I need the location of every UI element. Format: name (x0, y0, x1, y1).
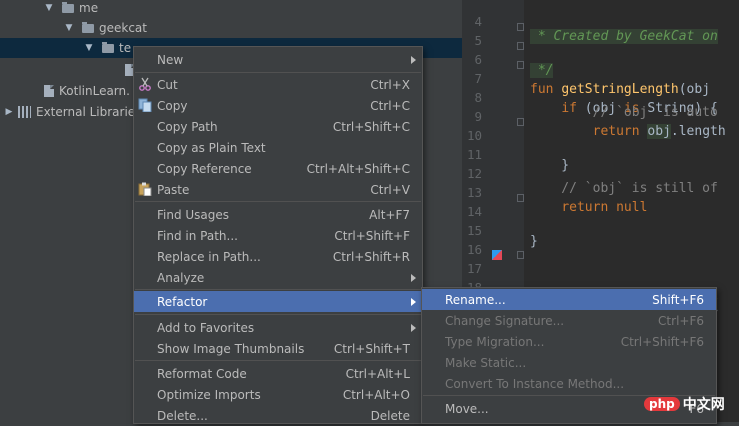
menu-item-copy-reference[interactable]: Copy Reference Ctrl+Alt+Shift+C (134, 158, 422, 179)
code-line: 15 (462, 208, 739, 238)
submenu-item-type-migration: Type Migration... Ctrl+Shift+F6 (445, 334, 704, 349)
code-line: 4 * Created by GeekCat on (462, 0, 739, 44)
code-line: 7 if (obj is String) { (462, 56, 739, 116)
code-line: 16 (462, 227, 739, 257)
fold-marker-icon[interactable] (517, 23, 524, 31)
code-line: 18 val map = mapOf("key (462, 265, 739, 310)
module-file-icon (44, 85, 54, 97)
tree-item-label: geekcat (99, 21, 147, 35)
menu-item-replace-in-path[interactable]: Replace in Path... Ctrl+Shift+R (134, 246, 422, 267)
chevron-right-icon (411, 323, 416, 332)
chevron-right-icon (411, 55, 416, 64)
tree-item-label: External Librarie (36, 105, 136, 119)
fold-marker-icon[interactable] (517, 194, 524, 202)
menu-item-delete[interactable]: Delete... Delete (134, 405, 422, 426)
folder-icon (102, 41, 114, 53)
menu-item-copy[interactable]: Copy Ctrl+C (134, 95, 422, 116)
submenu-item-make-static: Make Static... (445, 355, 527, 370)
tree-item-me[interactable]: ▼ me (0, 0, 462, 18)
code-line: 6 fun getStringLength(obj (462, 37, 739, 97)
menu-separator (135, 360, 421, 361)
menu-item-find-in-path[interactable]: Find in Path... Ctrl+Shift+F (134, 225, 422, 246)
fold-marker-icon[interactable] (517, 251, 524, 259)
menu-separator (135, 289, 421, 290)
chevron-down-icon[interactable]: ▼ (84, 43, 94, 53)
chevron-down-icon[interactable]: ▼ (64, 23, 74, 33)
menu-item-copy-path[interactable]: Copy Path Ctrl+Shift+C (134, 116, 422, 137)
tree-item-label: me (79, 1, 99, 15)
code-line: 10 } (462, 113, 739, 173)
tree-item-geekcat[interactable]: ▼ geekcat (0, 18, 462, 38)
code-line: 9 return obj.length (462, 94, 739, 139)
paste-icon (138, 182, 152, 196)
menu-item-analyze[interactable]: Analyze (134, 267, 422, 288)
code-line: 11 (462, 132, 739, 162)
fold-marker-icon[interactable] (517, 61, 524, 69)
submenu-item-rename[interactable]: Rename... Shift+F6 (422, 289, 716, 310)
menu-separator (135, 72, 421, 73)
folder-icon (82, 21, 94, 33)
copy-icon (138, 98, 152, 112)
menu-item-paste[interactable]: Paste Ctrl+V (134, 179, 422, 200)
submenu-item-change-signature: Change Signature... Ctrl+F6 (445, 313, 704, 328)
context-menu: New Cut Ctrl+X Copy Ctrl+C Copy Path Ctr… (133, 46, 423, 424)
menu-separator (135, 314, 421, 315)
chevron-right-icon (411, 273, 416, 282)
submenu-item-convert-to-instance-method: Convert To Instance Method... (445, 376, 625, 391)
tree-item-label: te (119, 41, 132, 55)
menu-item-cut[interactable]: Cut Ctrl+X (134, 74, 422, 95)
menu-item-optimize-imports[interactable]: Optimize Imports Ctrl+Alt+O (134, 384, 422, 405)
kotlin-run-icon[interactable] (492, 250, 502, 260)
menu-item-show-image-thumbnails[interactable]: Show Image Thumbnails Ctrl+Shift+T (134, 338, 422, 359)
scissors-icon (139, 77, 151, 91)
code-line: 17 fun main(args: Array<Str (462, 246, 739, 321)
code-line: 14 } (462, 189, 739, 249)
menu-item-find-usages[interactable]: Find Usages Alt+F7 (134, 204, 422, 225)
chevron-down-icon[interactable]: ▼ (44, 3, 54, 13)
menu-item-copy-plain-text[interactable]: Copy as Plain Text (134, 137, 422, 158)
menu-item-refactor[interactable]: Refactor (134, 291, 422, 312)
chevron-right-icon[interactable]: ▶ (4, 107, 14, 117)
menu-item-new[interactable]: New (134, 49, 422, 70)
tree-item-label: KotlinLearn. (59, 84, 130, 98)
menu-separator (135, 201, 421, 202)
fold-marker-icon[interactable] (517, 42, 524, 50)
fold-marker-icon[interactable] (517, 118, 524, 126)
menu-item-reformat-code[interactable]: Reformat Code Ctrl+Alt+L (134, 363, 422, 384)
php-logo: php (644, 397, 680, 411)
code-line: 8 // `obj` is auto (462, 75, 739, 120)
code-line: 12 // `obj` is still of (462, 151, 739, 196)
code-line: 5 */ (462, 18, 739, 78)
watermark-text: 中文网 (682, 397, 725, 413)
library-icon (18, 106, 31, 118)
folder-icon (62, 1, 74, 13)
code-line: 13 return null (462, 170, 739, 215)
watermark: php 中文网 (644, 394, 725, 414)
chevron-right-icon (411, 297, 416, 306)
menu-item-add-to-favorites[interactable]: Add to Favorites (134, 317, 422, 338)
